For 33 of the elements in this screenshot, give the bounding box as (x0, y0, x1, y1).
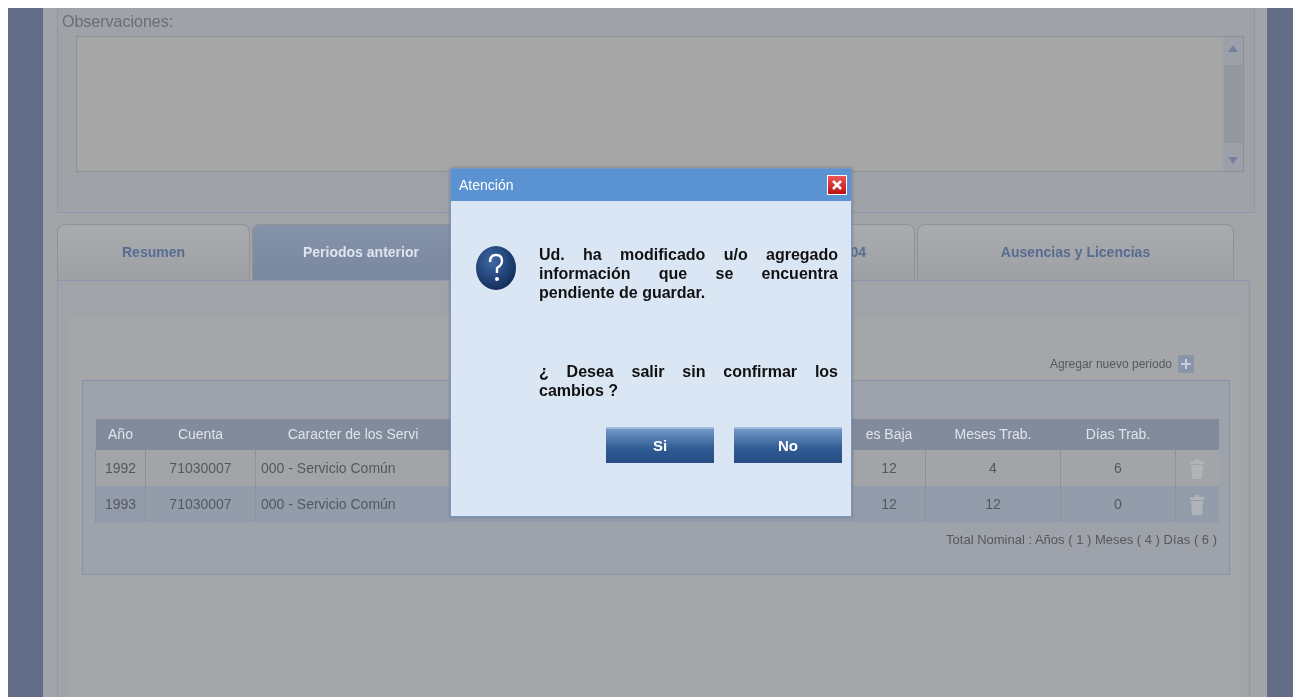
dialog-question: ¿ Desea salir sin confirmar los cambios ? (539, 362, 838, 400)
trash-icon[interactable] (1189, 494, 1206, 515)
dialog-button[interactable]: No (734, 427, 842, 463)
table-cell: 1993 (95, 486, 146, 522)
table-cell: 1992 (95, 450, 146, 486)
table-cell: 6 (1060, 450, 1176, 486)
table-cell: 4 (925, 450, 1061, 486)
scrollbar[interactable] (1223, 37, 1243, 171)
table-cell: 12 (852, 450, 926, 486)
table-cell: 000 - Servicio Común (255, 450, 451, 486)
dialog-title: Atención (459, 175, 514, 195)
table-cell: 71030007 (145, 450, 256, 486)
tab[interactable]: Ausencias y Licencias (917, 224, 1234, 280)
table-cell: 12 (852, 486, 926, 522)
column-header: es Baja (852, 419, 926, 450)
dialog-button[interactable]: Si (606, 427, 714, 463)
plus-icon (1181, 359, 1191, 369)
column-header: Meses Trab. (925, 419, 1061, 450)
column-header: Cuenta (145, 419, 256, 450)
table-cell: 71030007 (145, 486, 256, 522)
tab[interactable]: Resumen (57, 224, 250, 280)
table-cell: 12 (925, 486, 1061, 522)
close-button[interactable] (827, 175, 847, 195)
table-cell: 000 - Servicio Común (255, 486, 451, 522)
column-header: Caracter de los Servi (255, 419, 451, 450)
table-cell: 0 (1060, 486, 1176, 522)
column-header: Días Trab. (1060, 419, 1176, 450)
close-icon (831, 179, 843, 191)
add-button[interactable] (1178, 355, 1194, 373)
column-header: Año (95, 419, 146, 450)
add-period-link[interactable]: Agregar nuevo periodo (1049, 355, 1172, 373)
question-icon (475, 245, 517, 291)
total-summary: Total Nominal : Años ( 1 ) Meses ( 4 ) Días ( 6 ) (945, 531, 1217, 549)
